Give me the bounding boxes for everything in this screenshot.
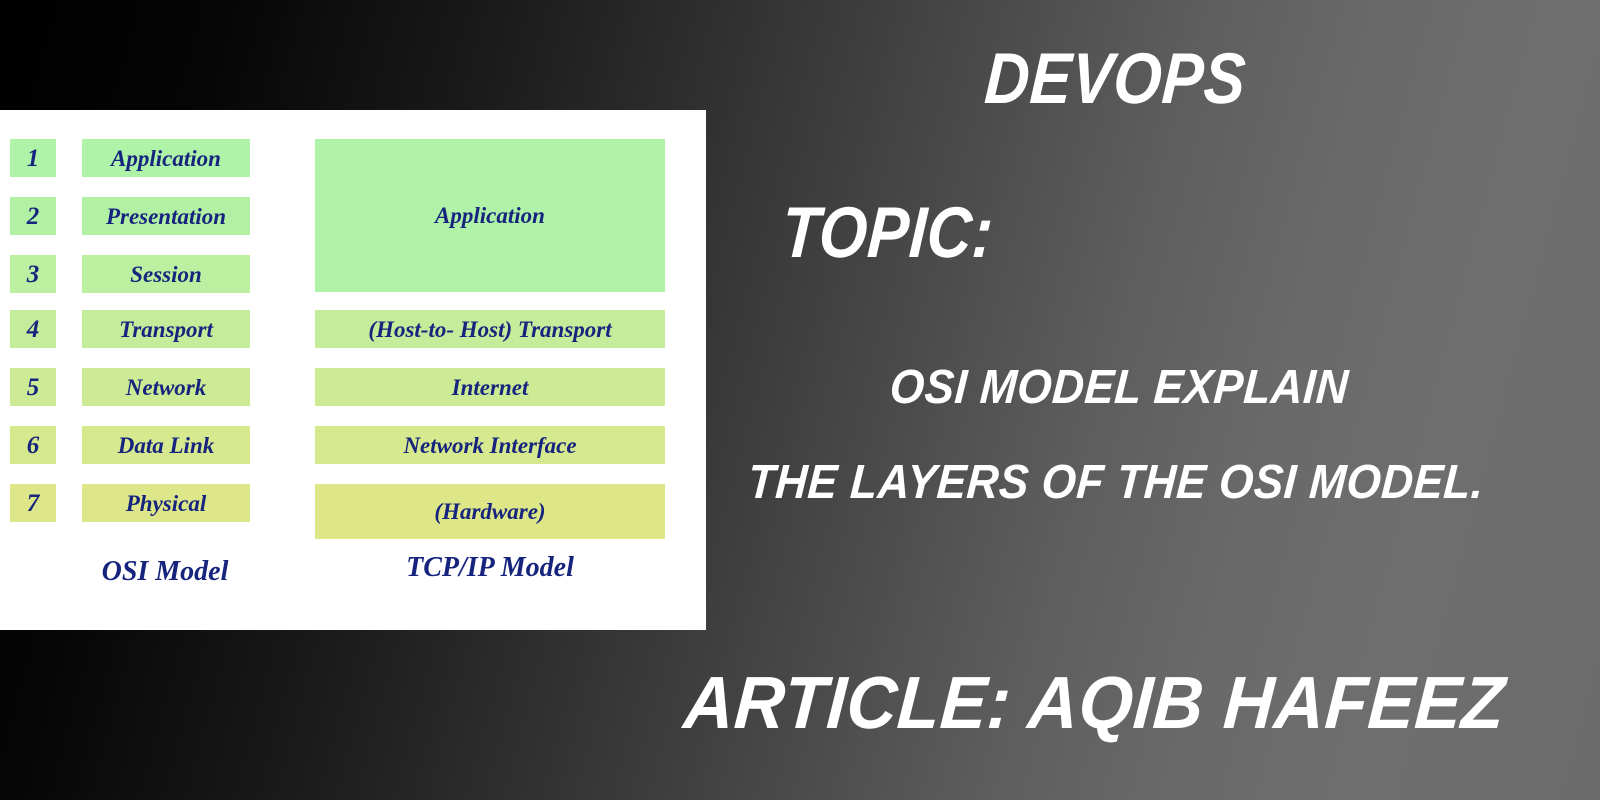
osi-layer-name-3: Session <box>82 255 250 293</box>
osi-layer-name-1: Application <box>82 139 250 177</box>
osi-layer-number-3: 3 <box>10 255 56 293</box>
osi-layer-number-1: 1 <box>10 139 56 177</box>
osi-layer-number-2: 2 <box>10 197 56 235</box>
osi-layer-number-7: 7 <box>10 484 56 522</box>
osi-layer-number-4: 4 <box>10 310 56 348</box>
heading-topic-line-2: THE LAYERS OF THE OSI MODEL. <box>746 456 1486 509</box>
heading-topic-line-1: OSI MODEL EXPLAIN <box>888 361 1351 414</box>
osi-layer-name-7: Physical <box>82 484 250 522</box>
osi-layer-number-5: 5 <box>10 368 56 406</box>
tcpip-layer-internet: Internet <box>315 368 665 406</box>
tcpip-model-caption: TCP/IP Model <box>406 552 574 583</box>
tcpip-layer-application: Application <box>315 139 665 292</box>
osi-layer-number-6: 6 <box>10 426 56 464</box>
heading-topic-label: TOPIC: <box>779 193 996 273</box>
tcpip-layer-network-interface: Network Interface <box>315 426 665 464</box>
osi-layer-name-2: Presentation <box>82 197 250 235</box>
heading-devops: DEVOPS <box>982 39 1249 119</box>
tcpip-layer-transport: (Host-to- Host) Transport <box>315 310 665 348</box>
heading-article-credit: ARTICLE: AQIB HAFEEZ <box>681 661 1508 744</box>
osi-layer-name-6: Data Link <box>82 426 250 464</box>
osi-tcpip-diagram-panel: 1 Application 2 Presentation 3 Session 4… <box>0 110 706 630</box>
osi-layer-name-4: Transport <box>82 310 250 348</box>
osi-layer-name-5: Network <box>82 368 250 406</box>
tcpip-layer-hardware: (Hardware) <box>315 484 665 539</box>
slide-canvas: 1 Application 2 Presentation 3 Session 4… <box>0 0 1600 800</box>
osi-model-caption: OSI Model <box>101 556 229 587</box>
